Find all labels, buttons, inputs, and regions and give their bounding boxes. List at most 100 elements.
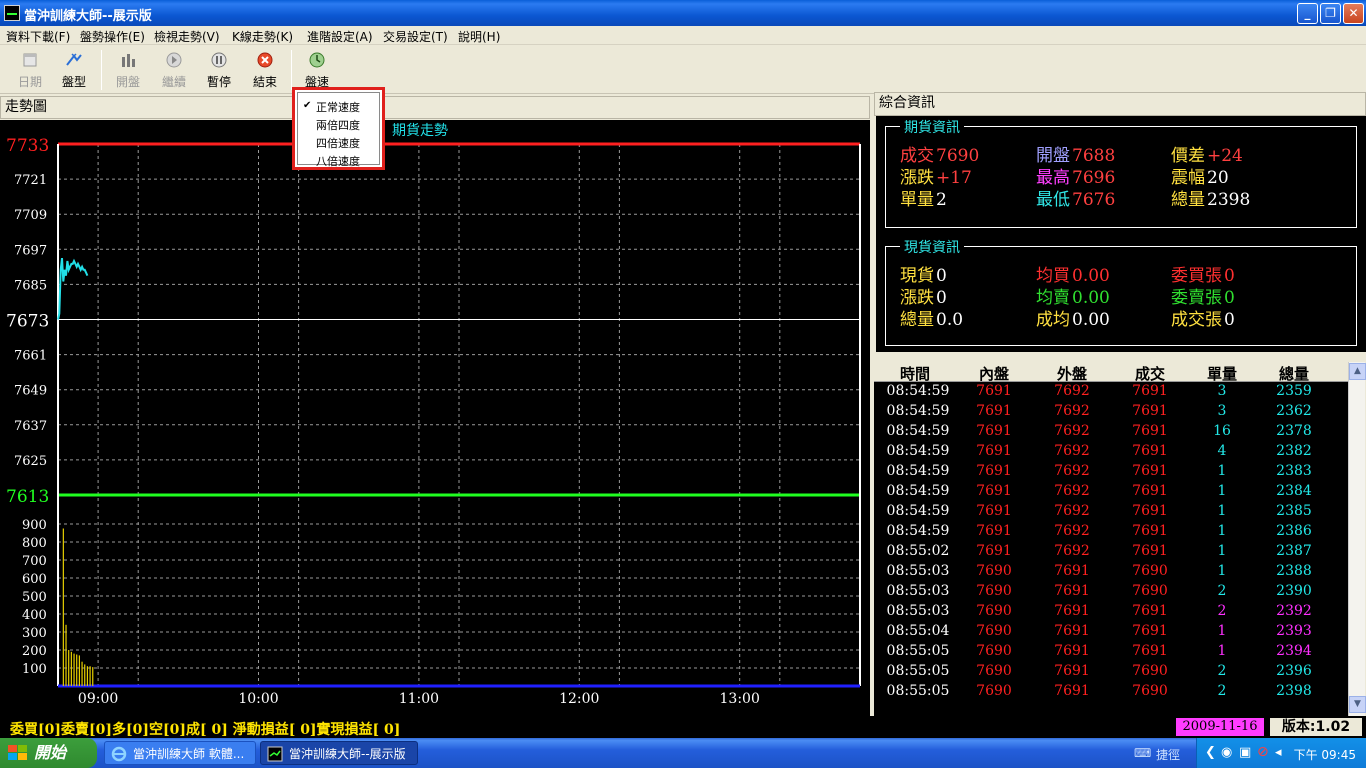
menu-trade-settings[interactable]: 交易設定(T) — [383, 28, 448, 45]
trade-ask: 7692 — [1054, 403, 1090, 419]
toolbar-pause-button[interactable]: 暫停 — [197, 48, 241, 92]
trade-bid: 7691 — [976, 423, 1012, 439]
trade-ask: 7691 — [1054, 563, 1090, 579]
futures-cell-key: 最低 — [1036, 190, 1070, 210]
trade-bid: 7691 — [976, 463, 1012, 479]
trade-ask: 7692 — [1054, 543, 1090, 559]
table-row[interactable]: 08:55:05 7690 7691 7690 2 2396 — [874, 662, 1348, 682]
toolbar-open-button[interactable]: 開盤 — [106, 48, 150, 92]
trade-total-volume: 2396 — [1276, 663, 1312, 679]
toolbar-date-button[interactable]: 日期 — [8, 48, 52, 92]
trade-price: 7691 — [1132, 443, 1168, 459]
status-bar: 委買[0]委賣[0]多[0]空[0]成[ 0] 淨動損益[ 0]實現損益[ 0]… — [0, 716, 1366, 738]
column-total-volume[interactable]: 總量 — [1264, 363, 1324, 384]
speed-option-normal[interactable]: 正常速度 — [316, 99, 360, 115]
tray-network-icon[interactable]: ▣ — [1239, 745, 1251, 760]
close-button[interactable]: ✕ — [1343, 3, 1364, 24]
menu-k-line[interactable]: K線走勢(K) — [232, 28, 293, 45]
trade-price: 7691 — [1132, 623, 1168, 639]
trade-bid: 7691 — [976, 383, 1012, 399]
table-row[interactable]: 08:55:05 7690 7691 7690 2 2398 — [874, 682, 1348, 702]
speed-option-4x[interactable]: 四倍速度 — [316, 135, 360, 151]
table-row[interactable]: 08:54:59 7691 7692 7691 16 2378 — [874, 422, 1348, 442]
column-time[interactable]: 時間 — [884, 363, 946, 384]
app-window: 當沖訓練大師--展示版 _ ❐ ✕ 資料下載(F) 盤勢操作(E) 檢視走勢(V… — [0, 0, 1366, 768]
trade-time: 08:55:05 — [886, 643, 950, 659]
title-bar[interactable]: 當沖訓練大師--展示版 _ ❐ ✕ — [0, 0, 1366, 26]
toolbar-continue-button[interactable]: 繼續 — [152, 48, 196, 92]
spot-info-legend: 現貨資訊 — [900, 237, 964, 257]
ie-icon — [111, 746, 127, 762]
column-bid[interactable]: 內盤 — [964, 363, 1024, 384]
futures-cell-value: 7676 — [1072, 190, 1116, 210]
tray-volume-icon[interactable]: ◂ — [1275, 745, 1282, 760]
column-unit-volume[interactable]: 單量 — [1192, 363, 1252, 384]
trade-total-volume: 2384 — [1276, 483, 1312, 499]
trade-ask: 7691 — [1054, 643, 1090, 659]
menu-help[interactable]: 說明(H) — [458, 28, 500, 45]
toolbar-open-label: 開盤 — [115, 75, 140, 89]
keyboard-icon[interactable]: ⌨ — [1134, 746, 1151, 760]
table-row[interactable]: 08:54:59 7691 7692 7691 3 2359 — [874, 382, 1348, 402]
table-row[interactable]: 08:55:02 7691 7692 7691 1 2387 — [874, 542, 1348, 562]
trade-ask: 7691 — [1054, 663, 1090, 679]
tray-clock[interactable]: 下午 09:45 — [1294, 746, 1356, 763]
tray-globe-icon[interactable]: ◉ — [1221, 745, 1232, 760]
tray-arrow-icon[interactable]: ❮ — [1205, 745, 1216, 760]
column-price[interactable]: 成交 — [1120, 363, 1180, 384]
maximize-button[interactable]: ❐ — [1320, 3, 1341, 24]
table-row[interactable]: 08:54:59 7691 7692 7691 1 2383 — [874, 462, 1348, 482]
stop-icon — [257, 52, 273, 68]
menu-advanced-settings[interactable]: 進階設定(A) — [307, 28, 373, 45]
minimize-button[interactable]: _ — [1297, 3, 1318, 24]
speed-option-8x[interactable]: 八倍速度 — [316, 153, 360, 169]
tray-antivirus-icon[interactable]: ⊘ — [1257, 744, 1269, 760]
toolbar-date-label: 日期 — [17, 75, 42, 89]
trade-time: 08:55:03 — [886, 563, 950, 579]
spot-cell-key: 成均 — [1036, 310, 1070, 330]
table-row[interactable]: 08:54:59 7691 7692 7691 4 2382 — [874, 442, 1348, 462]
table-row[interactable]: 08:54:59 7691 7692 7691 1 2385 — [874, 502, 1348, 522]
table-row[interactable]: 08:55:04 7690 7691 7691 1 2393 — [874, 622, 1348, 642]
column-ask[interactable]: 外盤 — [1042, 363, 1102, 384]
taskbar-item-app[interactable]: 當沖訓練大師--展示版 — [260, 741, 418, 765]
table-row[interactable]: 08:55:05 7690 7691 7691 1 2394 — [874, 642, 1348, 662]
start-button[interactable]: 開始 — [0, 738, 97, 768]
status-position-text: 委買[0]委賣[0]多[0]空[0]成[ 0] 淨動損益[ 0]實現損益[ 0] — [10, 722, 401, 738]
trade-time: 08:54:59 — [886, 523, 950, 539]
table-row[interactable]: 08:54:59 7691 7692 7691 1 2384 — [874, 482, 1348, 502]
trade-scrollbar[interactable]: ▲ ▼ — [1348, 362, 1366, 716]
speed-option-2x[interactable]: 兩倍四度 — [316, 117, 360, 133]
trade-ask: 7691 — [1054, 623, 1090, 639]
price-tick-label: 7709 — [14, 208, 47, 223]
trade-ask: 7691 — [1054, 683, 1090, 699]
status-version: 版本:1.02 — [1270, 718, 1362, 736]
trade-unit-volume: 1 — [1217, 523, 1227, 539]
table-row[interactable]: 08:55:03 7690 7691 7690 2 2390 — [874, 582, 1348, 602]
price-tick-label: 7661 — [14, 349, 47, 364]
table-row[interactable]: 08:55:03 7690 7691 7691 2 2392 — [874, 602, 1348, 622]
spot-cell: 總量 0.0 — [900, 305, 963, 330]
menu-data-download[interactable]: 資料下載(F) — [6, 28, 70, 45]
trade-unit-volume: 3 — [1217, 403, 1227, 419]
table-row[interactable]: 08:55:03 7690 7691 7690 1 2388 — [874, 562, 1348, 582]
time-tick-label: 11:00 — [399, 691, 439, 707]
taskbar-item-browser[interactable]: 當沖訓練大師 軟體... — [104, 741, 256, 765]
volume-tick-label: 700 — [22, 554, 47, 569]
table-row[interactable]: 08:54:59 7691 7692 7691 3 2362 — [874, 402, 1348, 422]
table-row[interactable]: 08:54:59 7691 7692 7691 1 2386 — [874, 522, 1348, 542]
scroll-up-icon[interactable]: ▲ — [1349, 363, 1366, 380]
trade-ask: 7692 — [1054, 503, 1090, 519]
quick-launch-label[interactable]: 捷徑 — [1156, 746, 1180, 763]
trade-time: 08:54:59 — [886, 463, 950, 479]
menu-market-operation[interactable]: 盤勢操作(E) — [80, 28, 145, 45]
trade-bid: 7691 — [976, 503, 1012, 519]
toolbar-pattern-button[interactable]: 盤型 — [52, 48, 96, 92]
trade-bid: 7690 — [976, 563, 1012, 579]
trend-chart[interactable]: 09:00 10:00 11:00 12:00 13:00 7733 7721 7709 769… — [0, 120, 870, 716]
toolbar-end-button[interactable]: 結束 — [243, 48, 287, 92]
toolbar-speed-button[interactable]: 盤速 — [295, 48, 339, 92]
scroll-down-icon[interactable]: ▼ — [1349, 696, 1366, 713]
menu-view-trend[interactable]: 檢視走勢(V) — [154, 28, 220, 45]
trade-total-volume: 2388 — [1276, 563, 1312, 579]
